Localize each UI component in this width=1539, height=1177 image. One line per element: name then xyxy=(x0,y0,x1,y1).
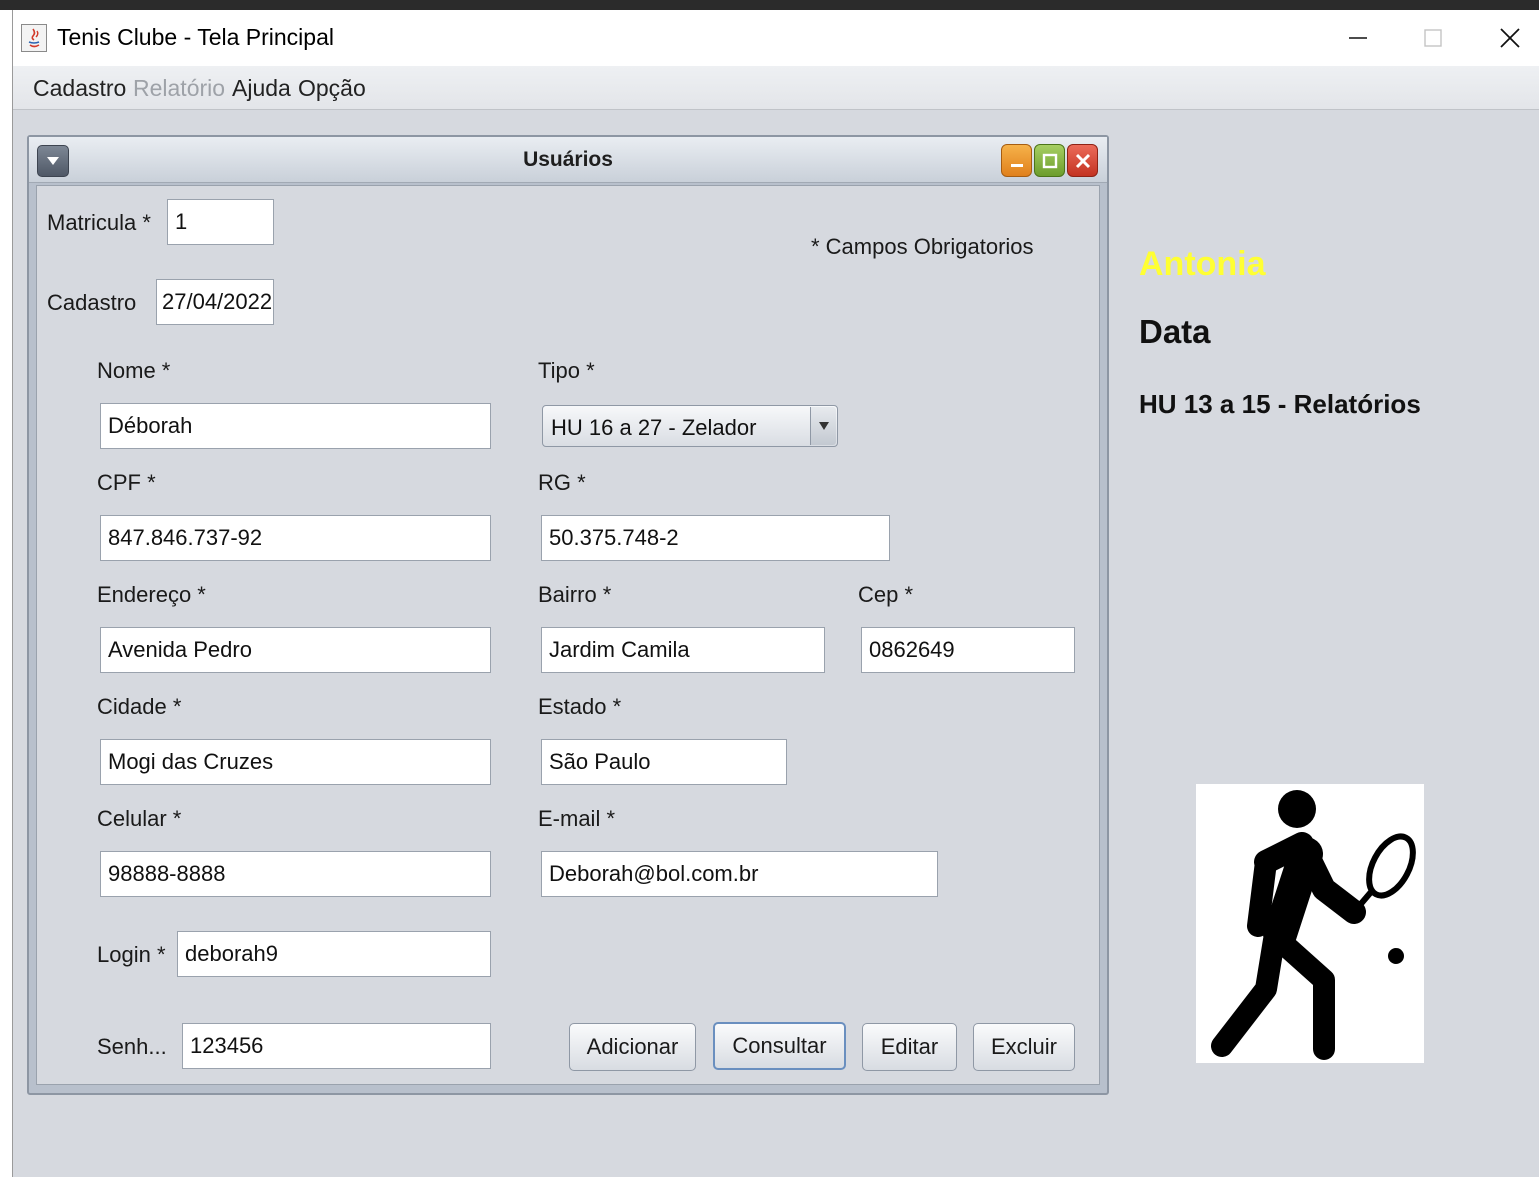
cep-field[interactable]: 0862649 xyxy=(861,627,1075,673)
tennis-player-icon xyxy=(1196,784,1424,1063)
senha-field[interactable]: 123456 xyxy=(182,1023,491,1069)
email-label: E-mail * xyxy=(538,806,616,831)
consultar-button[interactable]: Consultar xyxy=(713,1022,846,1070)
cep-label: Cep * xyxy=(858,582,914,607)
menu-bar: Cadastro Relatório Ajuda Opção xyxy=(13,66,1539,110)
editar-button[interactable]: Editar xyxy=(862,1023,957,1071)
maximize-icon[interactable] xyxy=(1403,18,1463,58)
menu-cadastro[interactable]: Cadastro xyxy=(33,75,126,102)
cidade-field[interactable]: Mogi das Cruzes xyxy=(100,739,491,785)
internal-frame-title-bar[interactable]: Usuários xyxy=(29,137,1107,183)
form-panel: Matricula * 1 * Campos Obrigatorios Cada… xyxy=(36,185,1100,1085)
endereco-label: Endereço * xyxy=(97,582,206,607)
close-icon[interactable] xyxy=(1480,18,1539,58)
java-app-icon xyxy=(21,24,47,52)
minimize-icon[interactable] xyxy=(1001,144,1032,177)
email-field[interactable]: Deborah@bol.com.br xyxy=(541,851,938,897)
window-title: Tenis Clube - Tela Principal xyxy=(57,24,334,50)
tipo-select[interactable]: HU 16 a 27 - Zelador xyxy=(542,405,838,447)
required-fields-note: * Campos Obrigatorios xyxy=(811,234,1034,259)
tipo-label: Tipo * xyxy=(538,358,595,383)
bairro-field[interactable]: Jardim Camila xyxy=(541,627,825,673)
minimize-icon[interactable] xyxy=(1328,18,1388,58)
login-label: Login * xyxy=(97,942,166,967)
login-field[interactable]: deborah9 xyxy=(177,931,491,977)
user-story-label: HU 13 a 15 - Relatórios xyxy=(1139,389,1421,419)
celular-field[interactable]: 98888-8888 xyxy=(100,851,491,897)
menu-relatorio[interactable]: Relatório xyxy=(133,75,225,102)
cadastro-date-field[interactable]: 27/04/2022 xyxy=(156,279,274,325)
cadastro-label: Cadastro xyxy=(47,290,137,315)
adicionar-button[interactable]: Adicionar xyxy=(569,1023,696,1071)
date-label: Data xyxy=(1139,313,1211,350)
endereco-field[interactable]: Avenida Pedro xyxy=(100,627,491,673)
rg-field[interactable]: 50.375.748-2 xyxy=(541,515,890,561)
title-bar: Tenis Clube - Tela Principal xyxy=(13,10,1539,66)
logged-user-name: Antonia xyxy=(1139,245,1266,283)
main-window: Tenis Clube - Tela Principal Cadastro Re… xyxy=(12,10,1539,1177)
desktop-pane: Usuários Matricula * 1 * Campos Obrigato… xyxy=(13,111,1539,1177)
menu-opcao[interactable]: Opção xyxy=(298,75,366,102)
senha-label: Senh... xyxy=(97,1034,167,1059)
menu-ajuda[interactable]: Ajuda xyxy=(232,75,291,102)
matricula-field[interactable]: 1 xyxy=(167,199,274,245)
screen-top-edge xyxy=(0,0,1539,10)
matricula-label: Matricula * xyxy=(47,210,151,235)
cpf-label: CPF * xyxy=(97,470,156,495)
close-icon[interactable] xyxy=(1067,144,1098,177)
chevron-down-icon[interactable] xyxy=(810,407,836,445)
usuarios-internal-frame: Usuários Matricula * 1 * Campos Obrigato… xyxy=(27,135,1109,1095)
bairro-label: Bairro * xyxy=(538,582,612,607)
estado-field[interactable]: São Paulo xyxy=(541,739,787,785)
estado-label: Estado * xyxy=(538,694,622,719)
tipo-selected-value: HU 16 a 27 - Zelador xyxy=(551,415,757,440)
cpf-field[interactable]: 847.846.737-92 xyxy=(100,515,491,561)
maximize-icon[interactable] xyxy=(1034,144,1065,177)
rg-label: RG * xyxy=(538,470,586,495)
celular-label: Celular * xyxy=(97,806,182,831)
cidade-label: Cidade * xyxy=(97,694,182,719)
excluir-button[interactable]: Excluir xyxy=(973,1023,1075,1071)
internal-frame-title: Usuários xyxy=(523,148,613,171)
nome-label: Nome * xyxy=(97,358,171,383)
nome-field[interactable]: Déborah xyxy=(100,403,491,449)
